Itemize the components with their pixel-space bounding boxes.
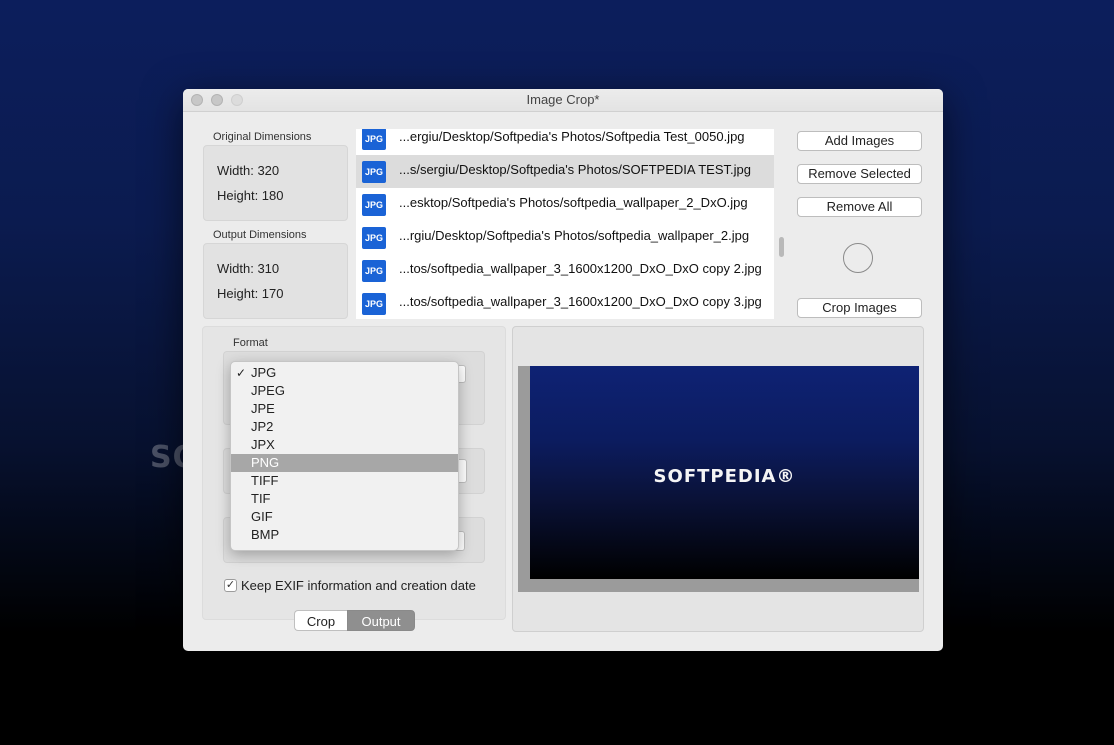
- progress-spinner-icon: [843, 243, 873, 273]
- file-row[interactable]: JPG ...rgiu/Desktop/Softpedia's Photos/s…: [356, 221, 774, 254]
- file-row[interactable]: JPG ...esktop/Softpedia's Photos/softped…: [356, 188, 774, 221]
- file-list-scrollbar[interactable]: [779, 237, 784, 257]
- preview-logo-text: SOFTPEDIA®: [653, 466, 796, 487]
- keep-exif-label: Keep EXIF information and creation date: [241, 578, 476, 593]
- image-crop-window: Image Crop* Original Dimensions Width: 3…: [183, 89, 943, 651]
- file-list[interactable]: JPG ...ergiu/Desktop/Softpedia's Photos/…: [356, 129, 774, 319]
- jpg-file-icon: JPG: [362, 129, 386, 150]
- output-height: Height: 170: [217, 286, 284, 301]
- tab-output[interactable]: Output: [347, 610, 415, 631]
- close-window-button[interactable]: [191, 94, 203, 106]
- remove-all-button[interactable]: Remove All: [797, 197, 922, 217]
- menu-item-jp2[interactable]: JP2: [231, 418, 458, 436]
- original-dimensions-label: Original Dimensions: [213, 131, 312, 143]
- tab-crop[interactable]: Crop: [294, 610, 347, 631]
- output-dimensions-label: Output Dimensions: [213, 229, 307, 241]
- jpg-file-icon: JPG: [362, 194, 386, 216]
- format-label: Format: [233, 337, 268, 349]
- original-dimensions-box: Width: 320 Height: 180: [203, 145, 348, 221]
- output-width: Width: 310: [217, 261, 280, 276]
- remove-selected-button[interactable]: Remove Selected: [797, 164, 922, 184]
- file-row[interactable]: JPG ...tos/softpedia_wallpaper_3_1600x12…: [356, 287, 774, 319]
- preview-image: SOFTPEDIA®: [530, 366, 919, 579]
- zoom-window-button[interactable]: [231, 94, 243, 106]
- menu-item-gif[interactable]: GIF: [231, 508, 458, 526]
- image-preview-panel: SOFTPEDIA®: [512, 326, 924, 632]
- output-dimensions-box: Width: 310 Height: 170: [203, 243, 348, 319]
- menu-item-jpx[interactable]: JPX: [231, 436, 458, 454]
- file-name: ...ergiu/Desktop/Softpedia's Photos/Soft…: [399, 129, 745, 144]
- original-width: Width: 320: [217, 163, 280, 178]
- crop-images-button[interactable]: Crop Images: [797, 298, 922, 318]
- file-name: ...tos/softpedia_wallpaper_3_1600x1200_D…: [399, 294, 762, 309]
- minimize-window-button[interactable]: [211, 94, 223, 106]
- menu-item-tiff[interactable]: TIFF: [231, 472, 458, 490]
- titlebar: Image Crop*: [183, 89, 943, 112]
- checkmark-icon: ✓: [236, 366, 247, 380]
- keep-exif-checkbox[interactable]: ✓: [224, 579, 237, 592]
- menu-item-jpe[interactable]: JPE: [231, 400, 458, 418]
- file-row-selected[interactable]: JPG ...s/sergiu/Desktop/Softpedia's Phot…: [356, 155, 774, 188]
- menu-item-bmp[interactable]: BMP: [231, 526, 458, 544]
- file-name: ...esktop/Softpedia's Photos/softpedia_w…: [399, 195, 748, 210]
- format-dropdown-menu[interactable]: ✓ JPG JPEG JPE JP2 JPX PNG TIFF TIF GIF …: [230, 361, 459, 551]
- window-title: Image Crop*: [526, 92, 600, 107]
- file-row[interactable]: JPG ...ergiu/Desktop/Softpedia's Photos/…: [356, 129, 774, 155]
- file-name: ...tos/softpedia_wallpaper_3_1600x1200_D…: [399, 261, 762, 276]
- menu-item-png[interactable]: PNG: [231, 454, 458, 472]
- menu-item-tif[interactable]: TIF: [231, 490, 458, 508]
- jpg-file-icon: JPG: [362, 227, 386, 249]
- jpg-file-icon: JPG: [362, 161, 386, 183]
- jpg-file-icon: JPG: [362, 293, 386, 315]
- original-height: Height: 180: [217, 188, 284, 203]
- add-images-button[interactable]: Add Images: [797, 131, 922, 151]
- file-name: ...s/sergiu/Desktop/Softpedia's Photos/S…: [399, 162, 751, 177]
- file-row[interactable]: JPG ...tos/softpedia_wallpaper_3_1600x12…: [356, 254, 774, 287]
- jpg-file-icon: JPG: [362, 260, 386, 282]
- menu-item-jpg[interactable]: ✓ JPG: [231, 364, 458, 382]
- file-name: ...rgiu/Desktop/Softpedia's Photos/softp…: [399, 228, 750, 243]
- menu-item-jpeg[interactable]: JPEG: [231, 382, 458, 400]
